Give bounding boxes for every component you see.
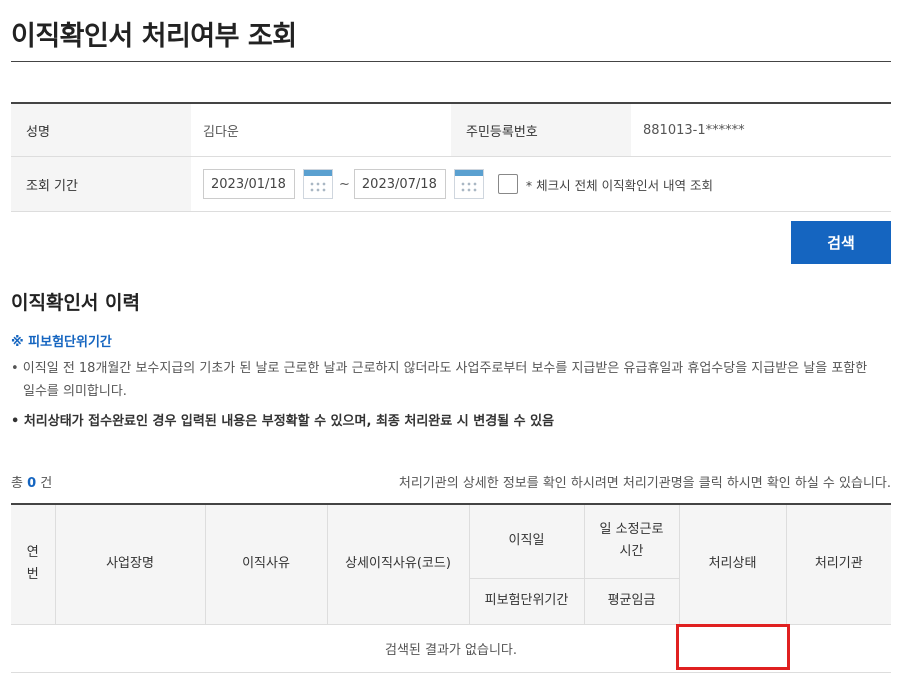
end-date-input[interactable]: 2023/07/18 xyxy=(353,169,446,199)
header-agency: 처리기관 xyxy=(785,503,891,625)
insured-period-note: • 이직일 전 18개월간 보수지급의 기초가 된 날로 근로한 날과 근로하지… xyxy=(11,361,868,399)
period-controls: 2023/01/18 ~ 2023/07/18 * 체크시 전체 이직확인서 내… xyxy=(191,157,891,211)
header-reason: 이직사유 xyxy=(204,503,328,625)
header-avg-wage: 평균임금 xyxy=(583,577,679,625)
header-reason-detail: 상세이직사유(코드) xyxy=(326,503,470,625)
highlight-box xyxy=(676,624,790,670)
header-status: 처리상태 xyxy=(678,503,787,625)
header-company: 사업장명 xyxy=(54,503,206,625)
end-calendar-icon[interactable] xyxy=(453,169,484,199)
insured-period-note-heading: ※ 피보험단위기간 xyxy=(11,335,112,350)
count-number: 0 xyxy=(27,476,37,491)
status-warning-note: • 처리상태가 접수완료인 경우 입력된 내용은 부정확할 수 있으며, 최종 … xyxy=(11,414,555,429)
header-no: 연번 xyxy=(11,503,56,625)
form-row-identity: 성명 김다운 주민등록번호 881013-1****** xyxy=(11,104,891,157)
all-history-checkbox-label: * 체크시 전체 이직확인서 내역 조회 xyxy=(525,177,714,193)
start-calendar-icon[interactable] xyxy=(303,169,333,199)
form-row-period: 조회 기간 2023/01/18 ~ 2023/07/18 * 체크시 전체 이… xyxy=(11,157,891,212)
history-section-title: 이직확인서 이력 xyxy=(11,292,140,314)
search-form: 성명 김다운 주민등록번호 881013-1****** 조회 기간 2023/… xyxy=(11,102,891,212)
date-separator: ~ xyxy=(339,176,350,192)
period-label: 조회 기간 xyxy=(11,157,191,211)
header-insured-period: 피보험단위기간 xyxy=(469,577,585,625)
rrn-label: 주민등록번호 xyxy=(451,104,631,156)
header-leave-date: 이직일 xyxy=(468,503,585,579)
start-date-input[interactable]: 2023/01/18 xyxy=(203,169,295,199)
title-divider xyxy=(11,61,891,62)
name-value: 김다운 xyxy=(203,124,239,140)
result-count: 총 0 건 xyxy=(11,472,52,491)
all-history-checkbox[interactable] xyxy=(497,174,518,194)
search-button[interactable]: 검색 xyxy=(791,221,891,264)
count-prefix: 총 xyxy=(11,476,23,491)
agency-info-text: 처리기관의 상세한 정보를 확인 하시려면 처리기관명을 클릭 하시면 확인 하… xyxy=(398,476,891,491)
count-suffix: 건 xyxy=(40,476,53,491)
name-label: 성명 xyxy=(11,104,191,156)
rrn-value: 881013-1****** xyxy=(643,122,745,138)
header-work-hours: 일 소정근로시간 xyxy=(583,503,680,579)
page-title: 이직확인서 처리여부 조회 xyxy=(11,21,297,52)
